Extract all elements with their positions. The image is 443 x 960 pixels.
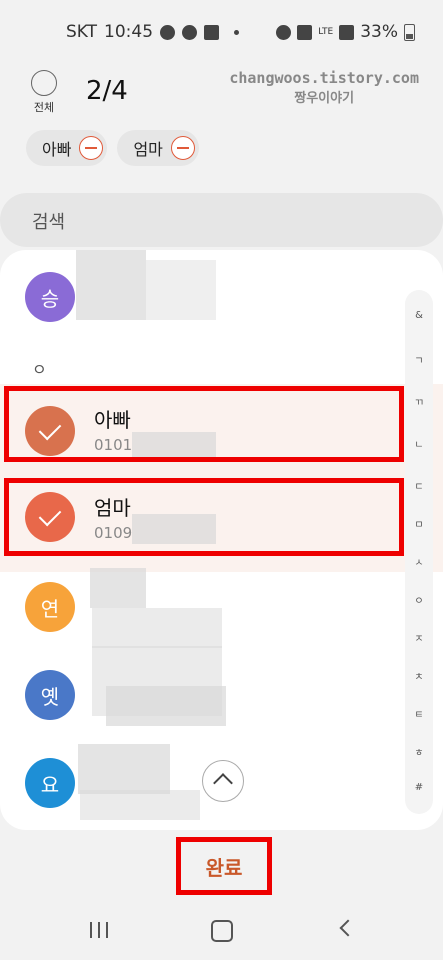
done-button[interactable]: 완료 bbox=[176, 837, 272, 895]
watermark-title: 짱우이야기 bbox=[294, 91, 355, 106]
avatar-initial: 옛 bbox=[40, 684, 60, 709]
chip-mom[interactable]: 엄마 bbox=[117, 130, 199, 166]
signal-icon bbox=[339, 24, 355, 40]
battery-percent: 33% bbox=[360, 22, 398, 42]
status-bar: SKT 10:45 LTE 33% bbox=[0, 18, 443, 50]
blurred-text bbox=[90, 568, 146, 608]
chip-dad[interactable]: 아빠 bbox=[26, 130, 108, 166]
mute-icon bbox=[297, 24, 313, 40]
watermark: changwoos.tistory.com 짱우이야기 bbox=[229, 69, 419, 106]
remove-icon[interactable] bbox=[170, 136, 195, 160]
index-letter[interactable]: ㄲ bbox=[405, 394, 433, 409]
alarm-icon bbox=[276, 24, 292, 40]
search-placeholder: 검색 bbox=[32, 212, 66, 233]
avatar-initial: 승 bbox=[40, 286, 60, 311]
group-header: ㅇ bbox=[32, 360, 47, 379]
remove-icon[interactable] bbox=[79, 136, 104, 160]
select-all-label: 전체 bbox=[33, 101, 55, 114]
contact-list: 승 ㅇ 아빠 0101 엄마 0109 연 옛 요 bbox=[0, 250, 443, 830]
watermark-url: changwoos.tistory.com bbox=[229, 69, 419, 87]
carrier-label: SKT bbox=[66, 22, 98, 42]
highlight-box bbox=[4, 478, 404, 556]
index-letter[interactable]: ㅊ bbox=[405, 668, 433, 683]
selected-chips: 아빠 엄마 bbox=[26, 130, 199, 166]
blurred-text bbox=[106, 686, 226, 726]
status-right: LTE 33% bbox=[276, 22, 415, 42]
clock: 10:45 bbox=[104, 22, 154, 42]
index-letter[interactable]: & bbox=[405, 310, 433, 321]
list-item[interactable]: 승 bbox=[0, 250, 443, 346]
index-letter[interactable]: ㄴ bbox=[405, 436, 433, 451]
index-letter[interactable]: ㄷ bbox=[405, 478, 433, 493]
blurred-text bbox=[78, 744, 170, 794]
network-label: LTE bbox=[318, 26, 334, 37]
message-icon bbox=[182, 24, 198, 40]
select-all-checkbox[interactable]: 전체 bbox=[30, 70, 58, 115]
avatar-initial: 연 bbox=[40, 596, 60, 621]
index-letter[interactable]: ㄱ bbox=[405, 352, 433, 367]
avatar: 요 bbox=[25, 758, 75, 808]
navigation-bar bbox=[0, 900, 443, 960]
selection-header: 전체 2/4 changwoos.tistory.com 짱우이야기 bbox=[0, 60, 443, 120]
index-letter[interactable]: ㅇ bbox=[405, 592, 433, 607]
chat-icon bbox=[160, 24, 176, 40]
blurred-text bbox=[146, 260, 216, 320]
highlight-box bbox=[4, 386, 404, 462]
scroll-to-top-button[interactable] bbox=[202, 760, 244, 802]
chip-label: 아빠 bbox=[42, 140, 72, 159]
recent-apps-icon[interactable] bbox=[90, 922, 108, 938]
selected-count: 2/4 bbox=[86, 76, 128, 106]
status-left: SKT 10:45 bbox=[66, 22, 240, 42]
index-letter[interactable]: # bbox=[405, 782, 433, 793]
more-notifications-icon bbox=[234, 29, 240, 35]
avatar: 승 bbox=[25, 272, 75, 322]
battery-icon bbox=[404, 23, 415, 41]
index-letter[interactable]: ㅌ bbox=[405, 706, 433, 721]
index-letter[interactable]: ㅈ bbox=[405, 630, 433, 645]
blurred-text bbox=[80, 790, 200, 820]
index-letter[interactable]: ㅁ bbox=[405, 516, 433, 531]
radio-circle-icon bbox=[31, 70, 57, 96]
image-icon bbox=[204, 24, 220, 40]
back-icon[interactable] bbox=[339, 919, 357, 937]
search-field[interactable]: 검색 bbox=[0, 193, 443, 247]
index-letter[interactable]: ㅎ bbox=[405, 744, 433, 759]
avatar-initial: 요 bbox=[40, 772, 60, 797]
chip-label: 엄마 bbox=[133, 140, 163, 159]
index-scroller[interactable]: & ㄱ ㄲ ㄴ ㄷ ㅁ ㅅ ㅇ ㅈ ㅊ ㅌ ㅎ # bbox=[405, 290, 433, 814]
blurred-text bbox=[76, 250, 146, 320]
avatar: 옛 bbox=[25, 670, 75, 720]
list-item[interactable]: 옛 bbox=[0, 646, 443, 742]
list-item[interactable]: 연 bbox=[0, 558, 443, 654]
avatar: 연 bbox=[25, 582, 75, 632]
home-icon[interactable] bbox=[211, 920, 233, 942]
index-letter[interactable]: ㅅ bbox=[405, 554, 433, 569]
blurred-text bbox=[92, 608, 222, 648]
